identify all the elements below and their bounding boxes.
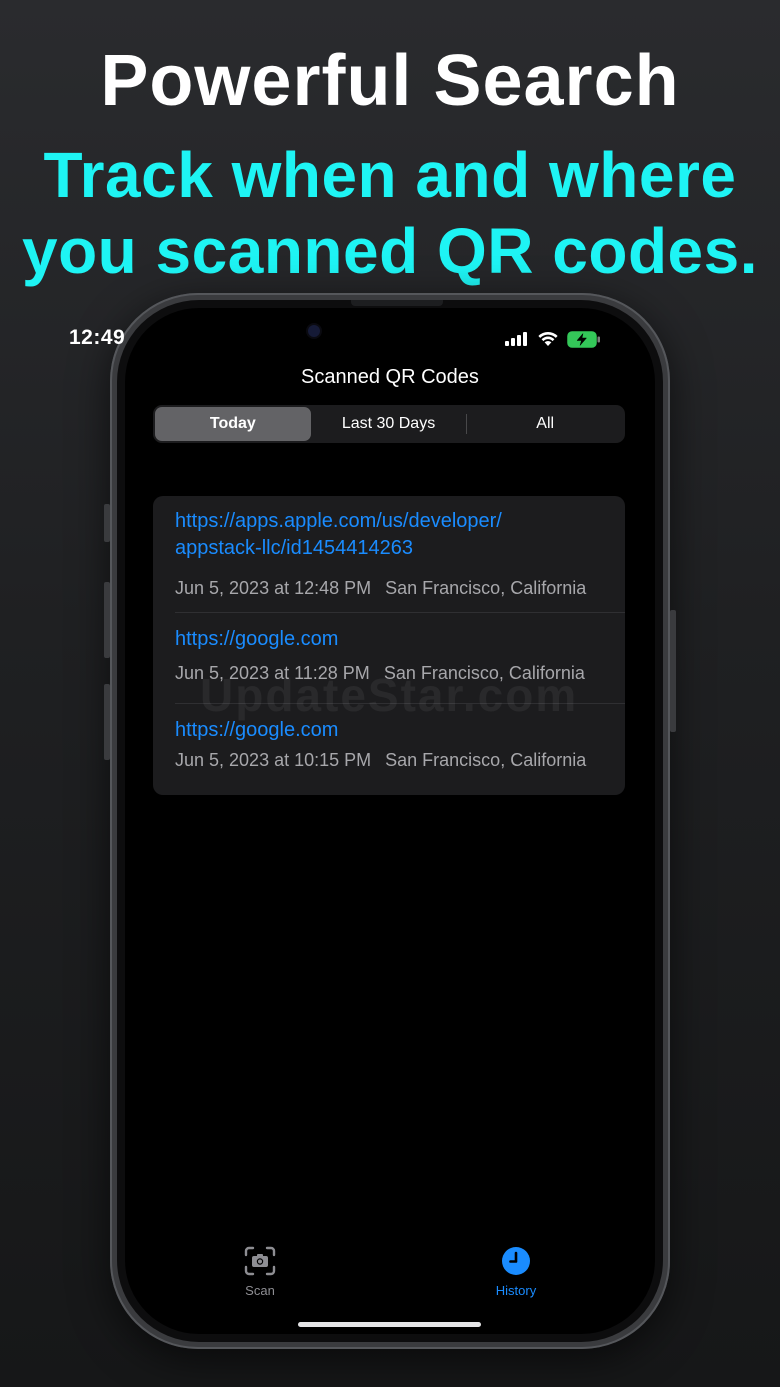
phone-screen [125,308,655,1334]
date-range-segmented-control: Today Last 30 Days All [153,405,625,443]
speaker-grille [351,300,443,306]
phone-frame [110,293,670,1349]
history-list: https://apps.apple.com/us/developer/ app… [153,496,625,795]
history-item[interactable]: https://google.com Jun 5, 2023 at 11:28 … [175,626,615,684]
power-button [670,610,676,732]
segment-last-30-days[interactable]: Last 30 Days [311,407,467,441]
history-item-location: San Francisco, California [383,663,585,683]
history-item-url[interactable]: https://google.com [175,717,615,744]
history-item-location: San Francisco, California [385,578,587,598]
history-item-date: Jun 5, 2023 at 12:48 PM [175,578,372,598]
nav-title: Scanned QR Codes [301,366,479,388]
home-indicator[interactable] [298,1322,481,1327]
status-icons [505,328,601,350]
wifi-icon [538,331,558,346]
front-camera [308,325,320,337]
history-item[interactable]: https://google.com Jun 5, 2023 at 10:15 … [175,717,615,771]
segment-today[interactable]: Today [155,407,311,441]
subline-line1: Track when and where [43,139,737,211]
headline: Powerful Search [100,41,680,121]
clock-icon [502,1247,530,1275]
tab-history[interactable]: History [476,1246,556,1298]
history-item-meta: Jun 5, 2023 at 10:15 PM San Francisco, Ca… [175,750,615,771]
segment-all[interactable]: All [467,407,623,441]
battery-charging-icon [567,330,600,348]
history-item-url-line1[interactable]: https://apps.apple.com/us/developer/ [175,508,615,535]
tab-scan-label: Scan [245,1283,275,1298]
history-item-meta: Jun 5, 2023 at 12:48 PM San Francisco, Ca… [175,578,615,599]
volume-up-button [104,582,110,658]
camera-viewfinder-icon [244,1246,276,1276]
cellular-signal-icon [505,332,527,346]
history-item-url[interactable]: https://google.com [175,626,615,653]
history-item-date: Jun 5, 2023 at 10:15 PM [175,750,372,770]
status-time: 12:49 [69,326,126,349]
tab-history-label: History [495,1283,537,1298]
history-item-date: Jun 5, 2023 at 11:28 PM [175,663,370,683]
subline-line2: you scanned QR codes. [21,215,759,287]
silent-switch [104,504,110,542]
history-item-location: San Francisco, California [385,750,587,770]
row-separator [175,612,625,613]
row-separator [175,703,625,704]
history-item[interactable]: https://apps.apple.com/us/developer/ app… [175,508,615,599]
volume-down-button [104,684,110,760]
tab-scan[interactable]: Scan [220,1246,300,1298]
history-item-meta: Jun 5, 2023 at 11:28 PM San Francisco, Ca… [175,663,615,684]
history-item-url-line2[interactable]: appstack-llc/id1454414263 [175,535,615,562]
